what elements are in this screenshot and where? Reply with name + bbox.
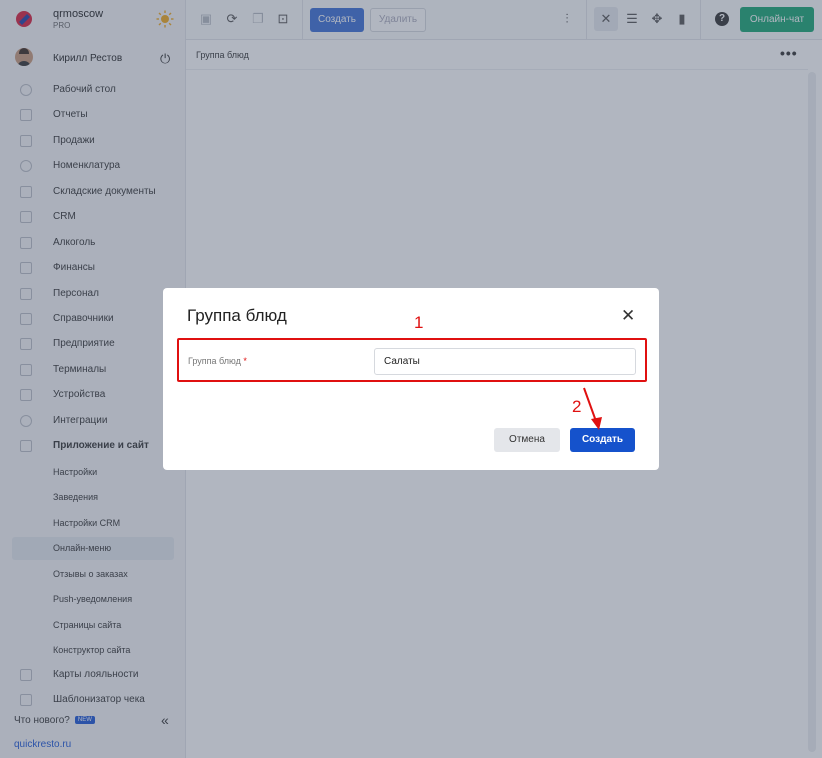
step-2-arrow-icon (583, 387, 602, 430)
close-icon[interactable]: ✕ (621, 307, 635, 324)
dialog-title: Группа блюд (187, 306, 287, 325)
group-name-input[interactable] (374, 348, 636, 375)
group-field-row: Группа блюд * (177, 338, 647, 382)
required-mark: * (243, 356, 247, 366)
step-1-label: 1 (414, 313, 424, 332)
group-field-label: Группа блюд * (188, 356, 247, 366)
create-group-dialog: Группа блюд ✕ Группа блюд * Отмена Созда… (163, 288, 659, 470)
cancel-button[interactable]: Отмена (494, 428, 560, 452)
